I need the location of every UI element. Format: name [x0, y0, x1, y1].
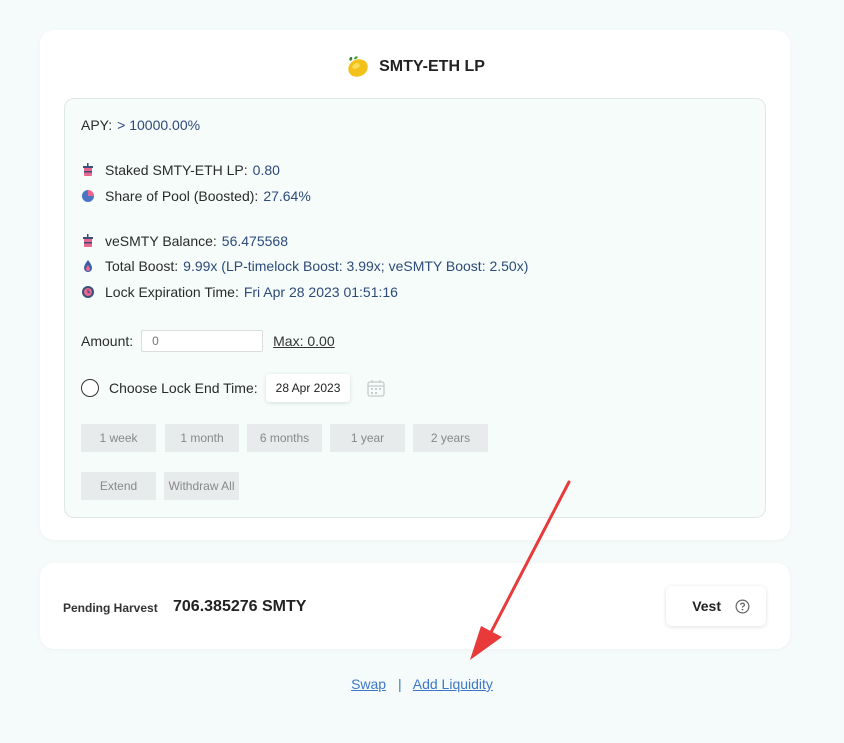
share-value: 27.64% [263, 188, 311, 204]
pool-header: SMTY-ETH LP [40, 52, 790, 82]
max-link[interactable]: Max: 0.00 [273, 333, 334, 349]
boost-row: Total Boost: 9.99x (LP-timelock Boost: 3… [81, 258, 528, 274]
lock-end-date-input[interactable]: 28 Apr 2023 [265, 374, 351, 402]
boost-value: 9.99x (LP-timelock Boost: 3.99x; veSMTY … [183, 258, 529, 274]
clock-icon [82, 286, 94, 298]
pending-harvest-label: Pending Harvest [63, 601, 158, 615]
add-liquidity-link[interactable]: Add Liquidity [413, 676, 493, 692]
amount-row: Amount: Max: 0.00 [81, 330, 335, 352]
duration-6-months-button[interactable]: 6 months [247, 424, 322, 452]
harvest-card: Pending Harvest 706.385276 SMTY Vest [40, 563, 790, 649]
footer-links: Swap | Add Liquidity [0, 676, 844, 692]
withdraw-all-button[interactable]: Withdraw All [164, 472, 239, 500]
duration-1-year-button[interactable]: 1 year [330, 424, 405, 452]
vesmty-row: veSMTY Balance: 56.475568 [81, 233, 288, 249]
lock-expiration-value: Fri Apr 28 2023 01:51:16 [243, 284, 398, 300]
staked-row: Staked SMTY-ETH LP: 0.80 [81, 162, 280, 178]
vest-label: Vest [692, 598, 721, 614]
vesmty-label: veSMTY Balance: [105, 233, 217, 249]
cup-icon [83, 234, 93, 247]
lock-expiration-row: Lock Expiration Time: Fri Apr 28 2023 01… [81, 284, 398, 300]
vest-button[interactable]: Vest [666, 586, 766, 626]
pie-chart-icon [82, 190, 94, 202]
share-label: Share of Pool (Boosted): [105, 188, 259, 204]
extend-button[interactable]: Extend [81, 472, 156, 500]
cup-icon [83, 163, 93, 176]
lock-expiration-label: Lock Expiration Time: [105, 284, 239, 300]
pool-title: SMTY-ETH LP [379, 58, 485, 75]
lock-end-label: Choose Lock End Time: [109, 380, 258, 396]
duration-1-month-button[interactable]: 1 month [165, 424, 239, 452]
pending-harvest-value: 706.385276 SMTY [173, 598, 307, 615]
share-row: Share of Pool (Boosted): 27.64% [81, 188, 311, 204]
footer-separator: | [397, 676, 402, 692]
pool-details-panel: APY: > 10000.00% Staked SMTY-ETH LP: 0.8… [64, 98, 766, 518]
amount-input[interactable] [141, 330, 264, 352]
duration-1-week-button[interactable]: 1 week [81, 424, 156, 452]
boost-label: Total Boost: [105, 258, 179, 274]
lock-end-row: Choose Lock End Time: 28 Apr 2023 [81, 374, 386, 402]
staked-value: 0.80 [252, 162, 280, 178]
staked-label: Staked SMTY-ETH LP: [105, 162, 248, 178]
calendar-icon[interactable] [366, 378, 386, 398]
apy-value: > 10000.00% [117, 117, 201, 133]
lock-end-radio[interactable] [81, 379, 99, 397]
apy-label: APY: [81, 117, 113, 133]
pool-card: SMTY-ETH LP APY: > 10000.00% Staked SMTY… [40, 30, 790, 540]
lemon-icon [348, 56, 368, 77]
apy-row: APY: > 10000.00% [81, 117, 200, 133]
swap-link[interactable]: Swap [351, 676, 386, 692]
vesmty-value: 56.475568 [221, 233, 288, 249]
duration-2-years-button[interactable]: 2 years [413, 424, 488, 452]
flame-icon [84, 260, 92, 272]
help-icon[interactable] [735, 599, 750, 614]
amount-label: Amount: [81, 333, 134, 349]
